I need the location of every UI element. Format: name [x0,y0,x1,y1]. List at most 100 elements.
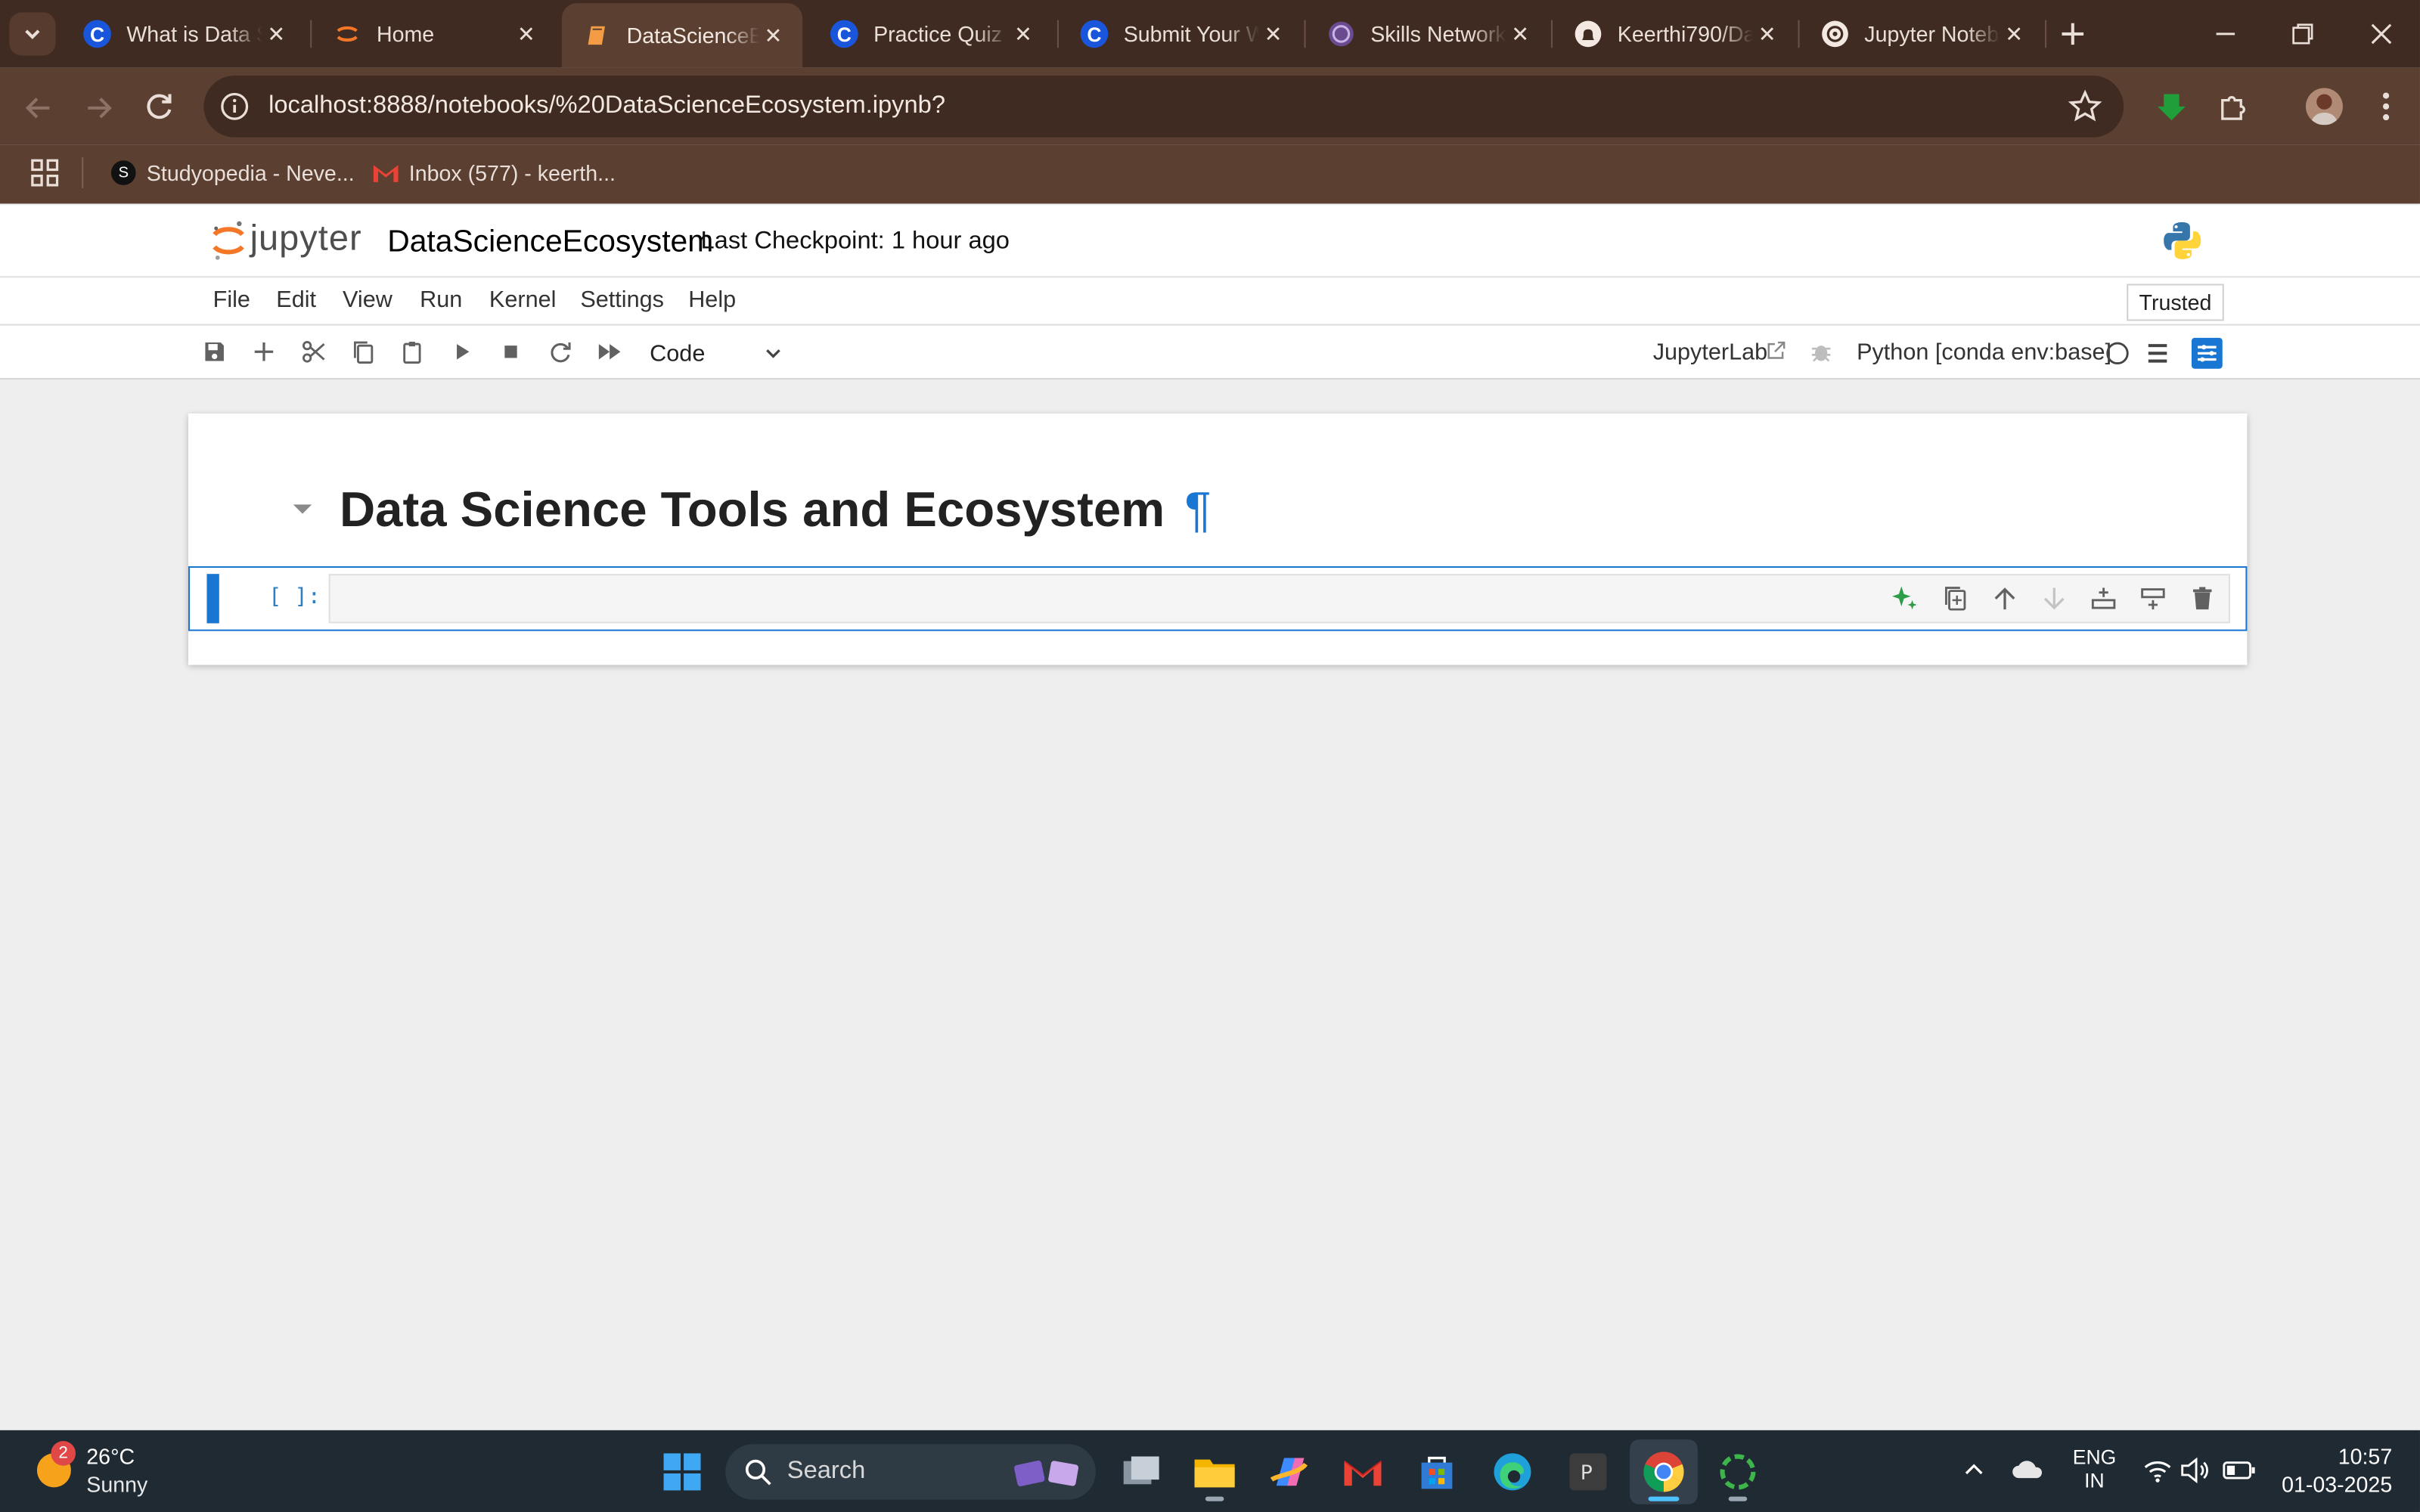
kernel-name[interactable]: Python [conda env:base] [1857,339,2111,366]
running-app-indicator [1205,1496,1224,1501]
gmail-app-icon[interactable] [1336,1445,1388,1498]
menu-run[interactable]: Run [420,287,462,314]
run-cell-icon[interactable] [448,338,476,366]
site-info-icon[interactable] [219,91,250,122]
cell-type-select[interactable]: Code [642,336,784,370]
weather-description[interactable]: Sunny [86,1472,147,1497]
input-language[interactable]: ENG IN [2073,1445,2116,1492]
tab-skills-network[interactable]: Skills Network ✕ [1306,9,1550,58]
copilot-icon[interactable] [1262,1445,1314,1498]
tab-jupyter-notebook[interactable]: Jupyter Notebook ✕ [1800,9,2043,58]
volume-icon[interactable] [2180,1457,2211,1485]
trusted-indicator[interactable]: Trusted [2127,284,2224,321]
forward-arrow-icon[interactable] [82,91,116,125]
tab-search-button[interactable] [9,12,56,56]
tab-home[interactable]: Home ✕ [312,9,555,58]
menu-view[interactable]: View [343,287,392,314]
move-cell-down-icon[interactable] [2040,584,2068,612]
edge-browser-icon[interactable] [1486,1445,1538,1498]
address-bar[interactable]: localhost:8888/notebooks/%20DataScienceE… [203,75,2124,138]
download-icon[interactable] [2155,89,2189,123]
windows-start-icon[interactable] [656,1445,708,1498]
debugger-icon[interactable] [1809,339,1834,364]
move-cell-up-icon[interactable] [1991,584,2019,612]
save-icon[interactable] [200,338,228,366]
system-clock[interactable]: 10:57 01-03-2025 [2269,1444,2392,1496]
close-tab-icon[interactable]: ✕ [513,20,541,48]
python-logo-icon [2161,219,2204,262]
more-menu-icon[interactable] [2371,89,2402,123]
jupyter-logo-icon[interactable] [210,219,247,262]
notebook-title[interactable]: DataScienceEcosystem [387,225,713,261]
add-cell-icon[interactable] [250,338,278,366]
reload-icon[interactable] [142,89,176,123]
tab-separator [2045,20,2047,48]
tab-practice-quiz[interactable]: C Practice Quiz ✕ [808,9,1052,58]
close-tab-icon[interactable]: ✕ [1753,20,1781,48]
pycharm-app-icon[interactable]: P [1562,1445,1614,1498]
wifi-icon[interactable] [2142,1457,2173,1485]
last-checkpoint: Last Checkpoint: 1 hour ago [700,228,1010,255]
interrupt-kernel-icon[interactable] [497,338,525,366]
close-window-icon[interactable] [2366,18,2397,49]
task-view-icon[interactable] [1114,1445,1166,1498]
bookmark-star-icon[interactable] [2068,89,2102,123]
close-tab-icon[interactable]: ✕ [1010,20,1038,48]
show-hidden-icons-chevron-icon[interactable] [1960,1457,1988,1485]
restore-window-icon[interactable] [2287,18,2318,49]
profile-avatar[interactable] [2305,88,2343,125]
close-tab-icon[interactable]: ✕ [1259,20,1287,48]
duplicate-cell-icon[interactable] [1941,584,1969,612]
microsoft-store-icon[interactable] [1410,1445,1463,1498]
apps-grid-icon[interactable] [28,156,62,190]
insert-cell-above-icon[interactable] [2090,584,2118,612]
heading-anchor-link[interactable]: ¶ [1185,482,1212,537]
menu-edit[interactable]: Edit [276,287,316,314]
chrome-browser-icon[interactable] [1637,1445,1689,1498]
delete-cell-icon[interactable] [2189,584,2217,612]
close-tab-icon[interactable]: ✕ [759,22,787,50]
collapse-heading-icon[interactable] [292,501,314,516]
cut-icon[interactable] [299,338,327,366]
taskbar-search-box[interactable]: Search [725,1444,1096,1500]
tab-datascienceecosystem[interactable]: DataScienceEcosystem ✕ [561,3,803,68]
gmail-icon [372,160,400,185]
minimize-window-icon[interactable] [2210,18,2241,49]
menu-file[interactable]: File [213,287,250,314]
extensions-icon[interactable] [2217,89,2251,123]
paste-icon[interactable] [399,338,427,366]
weather-temperature[interactable]: 26°C [86,1444,135,1469]
new-tab-icon[interactable] [2057,18,2088,49]
menu-help[interactable]: Help [688,287,736,314]
tab-what-is-data-science[interactable]: C What is Data Science ✕ [62,9,306,58]
weather-notification-badge: 2 [51,1441,76,1466]
search-icon [744,1458,772,1486]
insert-cell-below-icon[interactable] [2139,584,2167,612]
ai-assist-sparkle-icon[interactable] [1891,584,1919,612]
file-explorer-icon[interactable] [1188,1445,1240,1498]
onedrive-cloud-icon[interactable] [2011,1455,2045,1486]
menu-settings[interactable]: Settings [580,287,664,314]
table-of-contents-icon[interactable] [2145,341,2170,366]
tab-submit-your-work[interactable]: C Submit Your Work ✕ [1059,9,1302,58]
bookmark-studyopedia[interactable]: S Studyopedia - Neve... [110,154,355,191]
loading-app-icon[interactable] [1711,1445,1764,1498]
markdown-heading: Data Science Tools and Ecosystem ¶ [340,482,1212,539]
github-icon [1575,20,1602,48]
restart-kernel-icon[interactable] [546,338,574,366]
close-tab-icon[interactable]: ✕ [262,20,290,48]
bookmark-gmail-inbox[interactable]: Inbox (577) - keerth... [372,154,616,191]
restart-run-all-icon[interactable] [596,338,624,366]
jupyter-header [0,205,2420,278]
close-tab-icon[interactable]: ✕ [1506,20,1534,48]
close-tab-icon[interactable]: ✕ [2000,20,2028,48]
jupyterlab-link[interactable]: JupyterLab [1653,339,1767,366]
coursera-icon: C [83,20,111,48]
copy-icon[interactable] [349,338,377,366]
menu-kernel[interactable]: Kernel [489,287,556,314]
back-arrow-icon[interactable] [22,91,56,125]
property-inspector-icon[interactable] [2191,337,2223,369]
battery-icon[interactable] [2223,1458,2257,1483]
tab-github-repo[interactable]: Keerthi790/Data ✕ [1553,9,1796,58]
search-highlight-icon [1013,1453,1081,1490]
